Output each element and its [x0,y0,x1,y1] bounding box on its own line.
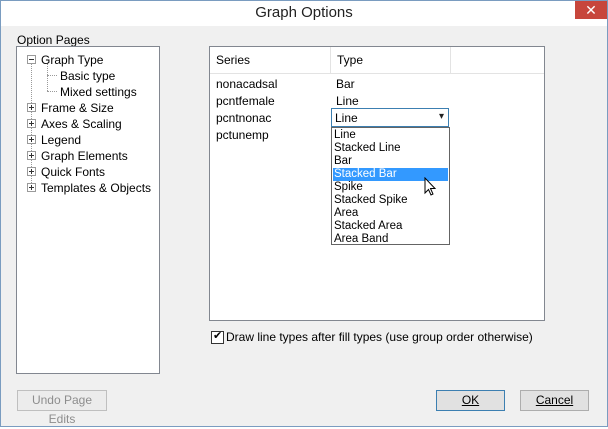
expand-icon[interactable] [27,167,36,176]
cancel-label: Cancel [535,393,574,407]
tree-item-templates-objects[interactable]: Templates & Objects [41,181,151,195]
draw-order-checkbox[interactable]: ✔ [211,329,224,344]
tree-connector [47,75,57,76]
undo-page-edits-button[interactable]: Undo Page Edits [17,390,107,426]
dropdown-option-stacked-area[interactable]: Stacked Area [333,220,448,233]
tree-item-axes-scaling[interactable]: Axes & Scaling [41,117,122,131]
dropdown-option-bar[interactable]: Bar [333,155,448,168]
dropdown-option-area[interactable]: Area [333,207,448,220]
tree-item-graph-type[interactable]: Graph Type [41,53,103,67]
tree-item-quick-fonts[interactable]: Quick Fonts [41,165,105,179]
dialog-body: Option Pages Graph Type Basic type Mixed… [1,26,607,426]
dropdown-option-area-band[interactable]: Area Band [333,233,448,246]
tree-connector [47,91,57,92]
expand-icon[interactable] [27,119,36,128]
checkmark-icon[interactable]: ✔ [213,329,222,343]
expand-icon[interactable] [27,135,36,144]
expand-icon[interactable] [27,183,36,192]
header-divider [210,73,544,74]
tree-item-frame-size[interactable]: Frame & Size [41,101,114,115]
close-icon[interactable]: ✕ [585,2,597,18]
mouse-cursor-icon [424,177,437,196]
series-cell[interactable]: pctunemp [216,128,269,142]
tree-item-basic-type[interactable]: Basic type [60,69,115,83]
option-pages-label: Option Pages [17,33,90,47]
tree-item-legend[interactable]: Legend [41,133,81,147]
tree-connector [47,63,48,91]
tree-item-graph-elements[interactable]: Graph Elements [41,149,128,163]
ok-button[interactable]: OK [436,390,505,411]
collapse-icon[interactable] [27,55,36,64]
dropdown-option-line[interactable]: Line [333,129,448,142]
chevron-down-icon[interactable]: ▾ [439,111,444,122]
close-button[interactable]: ✕ [575,1,607,19]
type-cell[interactable]: Line [336,94,359,108]
window-title: Graph Options [255,4,353,21]
cancel-button[interactable]: Cancel [520,390,589,411]
ok-label: OK [461,393,480,407]
expand-icon[interactable] [27,151,36,160]
dropdown-option-stacked-line[interactable]: Stacked Line [333,142,448,155]
undo-page-edits-label: Undo Page Edits [31,393,93,426]
tree-item-mixed-settings[interactable]: Mixed settings [60,85,137,99]
series-cell[interactable]: pcntnonac [216,111,271,125]
option-pages-tree: Graph Type Basic type Mixed settings Fra… [16,46,160,374]
series-cell[interactable]: nonacadsal [216,77,277,91]
series-cell[interactable]: pcntfemale [216,94,275,108]
graph-options-window: Graph Options ✕ Option Pages Graph Type … [0,0,608,427]
draw-order-label[interactable]: Draw line types after fill types (use gr… [226,330,533,344]
title-bar: Graph Options ✕ [1,1,607,26]
dropdown-selected-value[interactable]: Line [335,111,358,125]
column-header-series[interactable]: Series [210,47,331,73]
type-cell[interactable]: Bar [336,77,355,91]
column-header-type[interactable]: Type [331,47,451,73]
series-type-dropdown[interactable]: Line ▾ [331,108,449,127]
expand-icon[interactable] [27,103,36,112]
